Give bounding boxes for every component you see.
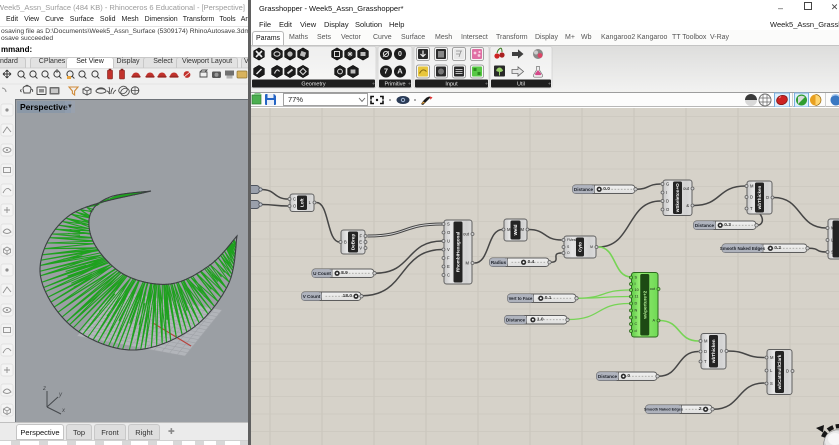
svg-text:T: T — [704, 359, 707, 364]
svg-text:G: G — [666, 182, 669, 187]
svg-text:0.1: 0.1 — [545, 295, 552, 301]
svg-text:Distance: Distance — [598, 374, 618, 379]
svg-text:U: U — [447, 239, 450, 244]
svg-text:out: out — [683, 186, 690, 191]
svg-text:D: D — [666, 199, 669, 204]
svg-text:D: D — [750, 195, 753, 200]
svg-text:8.9: 8.9 — [341, 270, 348, 276]
svg-text:D: D — [704, 349, 707, 354]
svg-text:wbCatmullClark: wbCatmullClark — [777, 354, 782, 390]
svg-text:C: C — [635, 322, 638, 326]
svg-text:N: N — [635, 309, 638, 313]
svg-text:0.2: 0.2 — [774, 245, 781, 251]
svg-text:O: O — [567, 251, 570, 255]
svg-text:18.0: 18.0 — [343, 293, 353, 299]
svg-text:U Count: U Count — [313, 271, 331, 276]
svg-text:x: x — [61, 408, 66, 414]
svg-text:D: D — [786, 369, 789, 374]
svg-text:2: 2 — [699, 406, 702, 412]
svg-text:z: z — [42, 386, 46, 392]
svg-text:M: M — [590, 245, 593, 249]
svg-text:M: M — [507, 227, 511, 232]
svg-text:F: F — [359, 234, 362, 239]
svg-text:FMesh: FMesh — [567, 238, 577, 242]
svg-text:0.0: 0.0 — [603, 186, 610, 192]
svg-text:B: B — [344, 240, 347, 245]
svg-text:Distance: Distance — [506, 317, 526, 322]
svg-text:wbThicken: wbThicken — [757, 185, 762, 210]
svg-text:T: T — [750, 206, 753, 211]
svg-text:V: V — [447, 247, 450, 252]
svg-text:0.3: 0.3 — [724, 222, 731, 228]
svg-text:wAperture+2: wAperture+2 — [642, 290, 647, 319]
svg-text:D: D — [635, 302, 638, 306]
svg-text:1.0: 1.0 — [537, 316, 544, 322]
svg-text:F: F — [447, 256, 450, 261]
svg-text:E: E — [447, 264, 450, 269]
svg-text:I: I — [635, 282, 636, 286]
svg-text:&: & — [686, 203, 689, 208]
svg-text:E: E — [359, 240, 362, 245]
svg-text:y: y — [58, 392, 63, 398]
svg-text:0.4: 0.4 — [528, 259, 535, 265]
svg-text:77%: 77% — [288, 95, 303, 104]
svg-text:I: I — [666, 190, 667, 195]
svg-text:M: M — [831, 226, 835, 231]
svg-text:M: M — [521, 227, 525, 232]
svg-text:M: M — [750, 184, 754, 189]
svg-text:S: S — [447, 222, 450, 227]
svg-text:Distance: Distance — [574, 187, 594, 192]
svg-text:wbThicken: wbThicken — [711, 339, 716, 364]
svg-text:Vert to Face: Vert to Face — [509, 296, 533, 301]
svg-text:d: d — [635, 329, 637, 333]
svg-text:11: 11 — [635, 295, 639, 299]
svg-text:V Count: V Count — [303, 294, 321, 299]
svg-text:S: S — [770, 381, 773, 386]
svg-text:10: 10 — [635, 288, 639, 292]
svg-text:V: V — [359, 246, 362, 251]
svg-text:M: M — [770, 355, 774, 360]
svg-text:DeBrep: DeBrep — [351, 234, 356, 251]
svg-text:Weld: Weld — [513, 224, 518, 235]
svg-text:C: C — [293, 197, 296, 202]
svg-text:Smooth Naked Edges: Smooth Naked Edges — [720, 246, 766, 251]
svg-text:M: M — [704, 339, 708, 344]
svg-text:out: out — [463, 232, 470, 237]
svg-text:wSkeleton+O: wSkeleton+O — [675, 183, 680, 213]
svg-text:M: M — [466, 261, 470, 266]
svg-text:Radius: Radius — [491, 260, 507, 265]
svg-text:S: S — [831, 250, 834, 255]
svg-text:RhombiHexagonal: RhombiHexagonal — [456, 232, 461, 272]
svg-text:Cyto: Cyto — [578, 242, 583, 252]
svg-text:Distance: Distance — [695, 223, 715, 228]
svg-text:Loft: Loft — [300, 198, 305, 207]
svg-text:Smooth Naked Edges: Smooth Naked Edges — [644, 407, 683, 411]
svg-text:C: C — [447, 273, 450, 278]
svg-text:0: 0 — [627, 373, 630, 379]
